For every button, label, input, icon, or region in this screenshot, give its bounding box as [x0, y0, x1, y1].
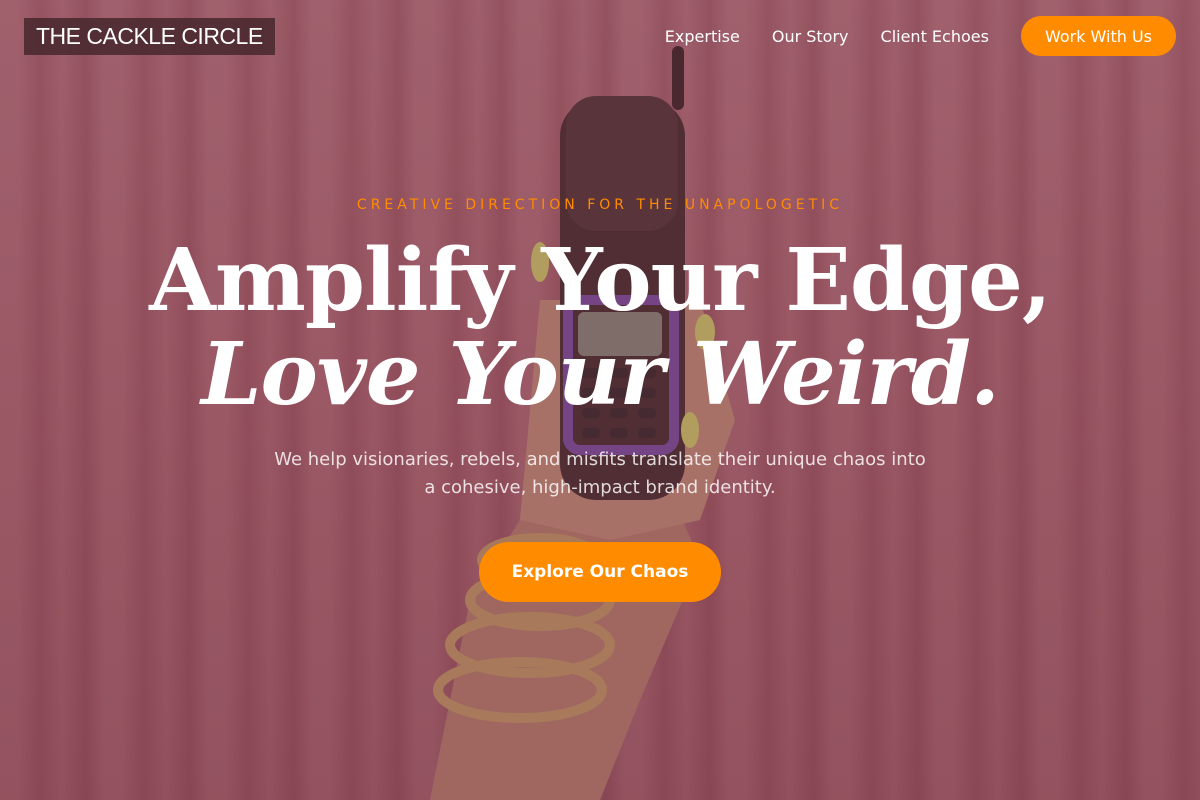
hero-subtitle: We help visionaries, rebels, and misfits…: [274, 449, 926, 498]
nav-item-our-story[interactable]: Our Story: [772, 27, 849, 46]
brand-logo[interactable]: THE CACKLE CIRCLE: [24, 17, 275, 55]
nav-item-expertise[interactable]: Expertise: [665, 27, 740, 46]
hero-section: CREATIVE DIRECTION FOR THE UNAPOLOGETIC …: [0, 190, 1200, 602]
main-nav: Expertise Our Story Client Echoes Work W…: [633, 16, 1176, 56]
work-with-us-button[interactable]: Work With Us: [1020, 16, 1176, 56]
nav-item-client-echoes[interactable]: Client Echoes: [881, 27, 989, 46]
hero-headline-line2: Love Your Weird.: [201, 324, 1000, 425]
explore-our-chaos-button[interactable]: Explore Our Chaos: [479, 542, 721, 602]
hero-headline-line1: Amplify Your Edge,: [149, 230, 1052, 331]
site-header: THE CACKLE CIRCLE Expertise Our Story Cl…: [0, 0, 1200, 72]
hero-headline: Amplify Your Edge, Love Your Weird.: [0, 234, 1200, 422]
hero-eyebrow: CREATIVE DIRECTION FOR THE UNAPOLOGETIC: [356, 197, 844, 213]
